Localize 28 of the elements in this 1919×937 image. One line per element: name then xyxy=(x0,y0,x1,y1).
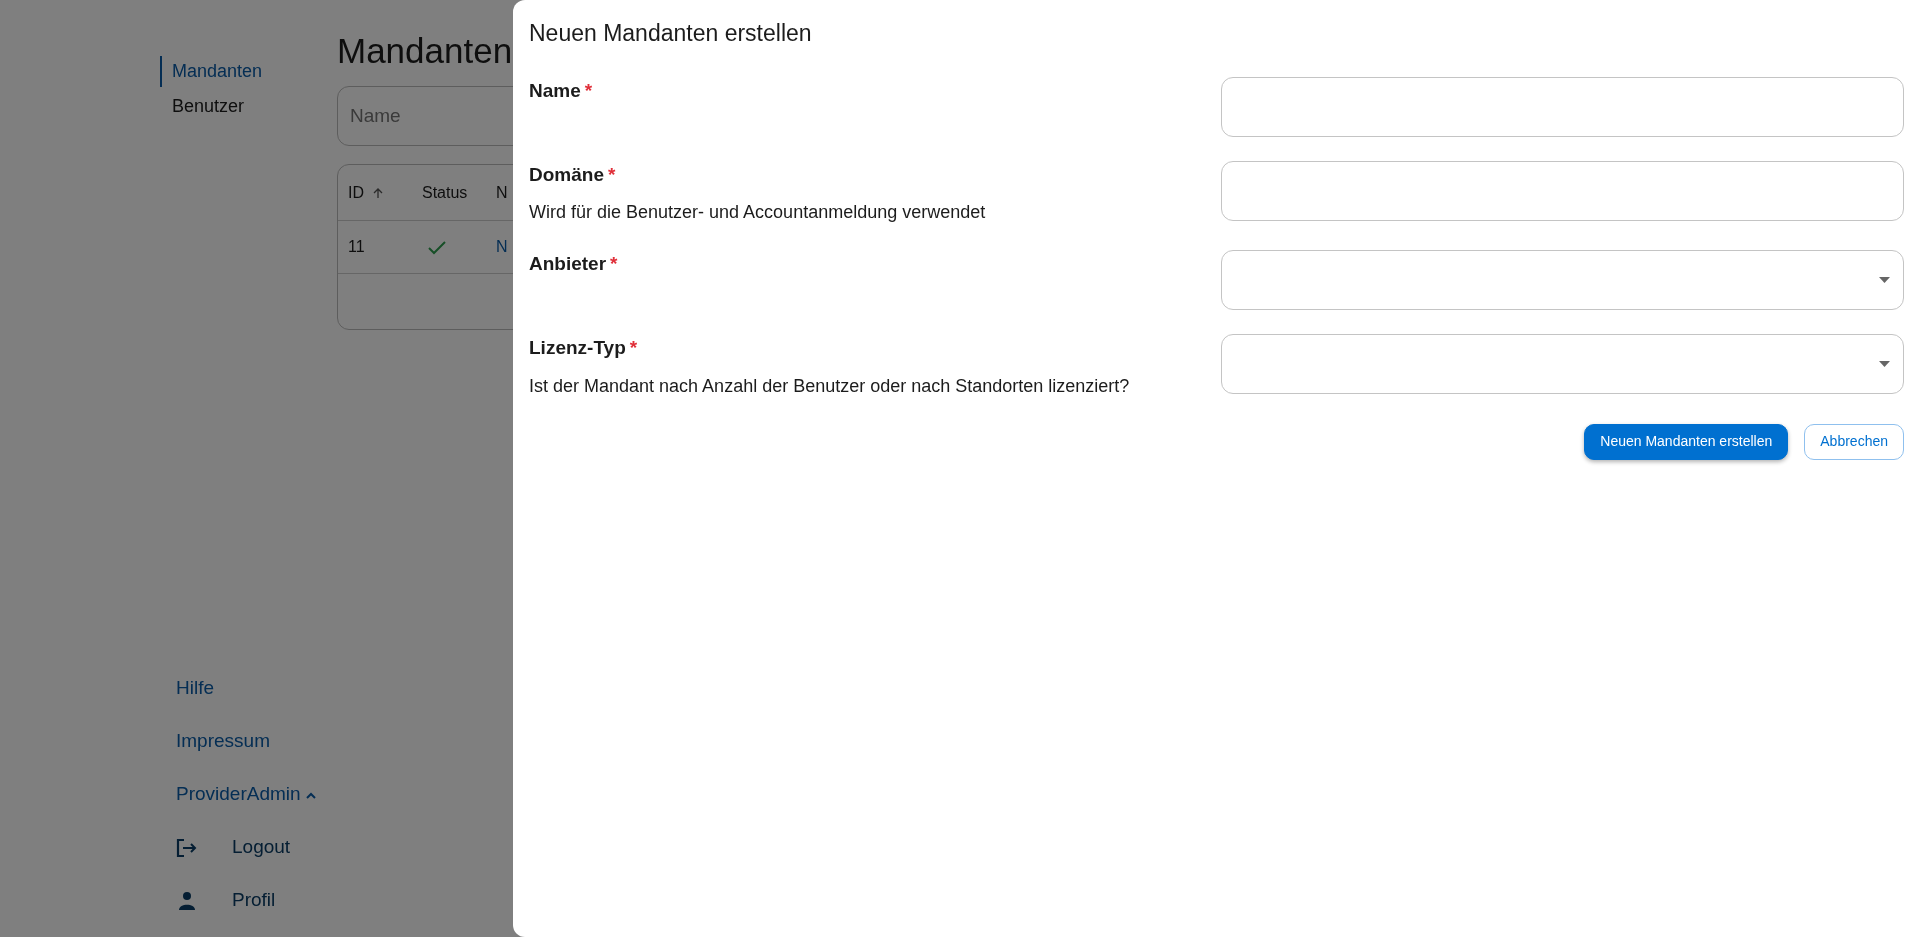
field-label: Lizenz-Typ * xyxy=(529,336,639,360)
user-menu-toggle[interactable]: ProviderAdmin xyxy=(160,768,337,821)
caret-icon xyxy=(1879,277,1890,283)
field-hint: Wird für die Benutzer- und Accountanmeldung verwendet xyxy=(529,201,987,224)
sidebar-item[interactable]: Mandanten xyxy=(160,56,273,87)
person-icon xyxy=(176,890,198,911)
footer-link[interactable]: Impressum xyxy=(160,715,337,768)
column-header[interactable]: ID xyxy=(338,180,412,205)
cancel-button[interactable]: Abbrechen xyxy=(1804,423,1904,460)
dialog-title: Neuen Mandanten erstellen xyxy=(529,19,813,48)
field-hint: Ist der Mandant nach Anzahl der Benutzer oder nach Standorten lizenziert? xyxy=(529,374,1131,398)
logout-icon xyxy=(176,837,198,858)
footer-link[interactable]: Hilfe xyxy=(160,662,337,715)
create-button[interactable]: Neuen Mandanten erstellen xyxy=(1584,423,1789,460)
input-field[interactable] xyxy=(1221,76,1904,137)
select-field[interactable] xyxy=(1221,334,1904,394)
page-title: Mandanten xyxy=(337,30,513,72)
field-label: Domäne * xyxy=(529,162,617,187)
table-cell-text: 11 xyxy=(347,237,366,257)
select-field[interactable] xyxy=(1221,250,1904,310)
sidebar-item[interactable]: Benutzer xyxy=(160,91,255,122)
menu-item[interactable]: Profil xyxy=(160,874,337,927)
field-label: Anbieter * xyxy=(529,252,619,276)
menu-item[interactable]: Logout xyxy=(160,821,337,874)
column-header[interactable]: Status xyxy=(412,180,486,205)
input-field[interactable] xyxy=(1221,160,1904,221)
field-label: Name * xyxy=(529,78,594,103)
caret-icon xyxy=(1879,361,1890,367)
